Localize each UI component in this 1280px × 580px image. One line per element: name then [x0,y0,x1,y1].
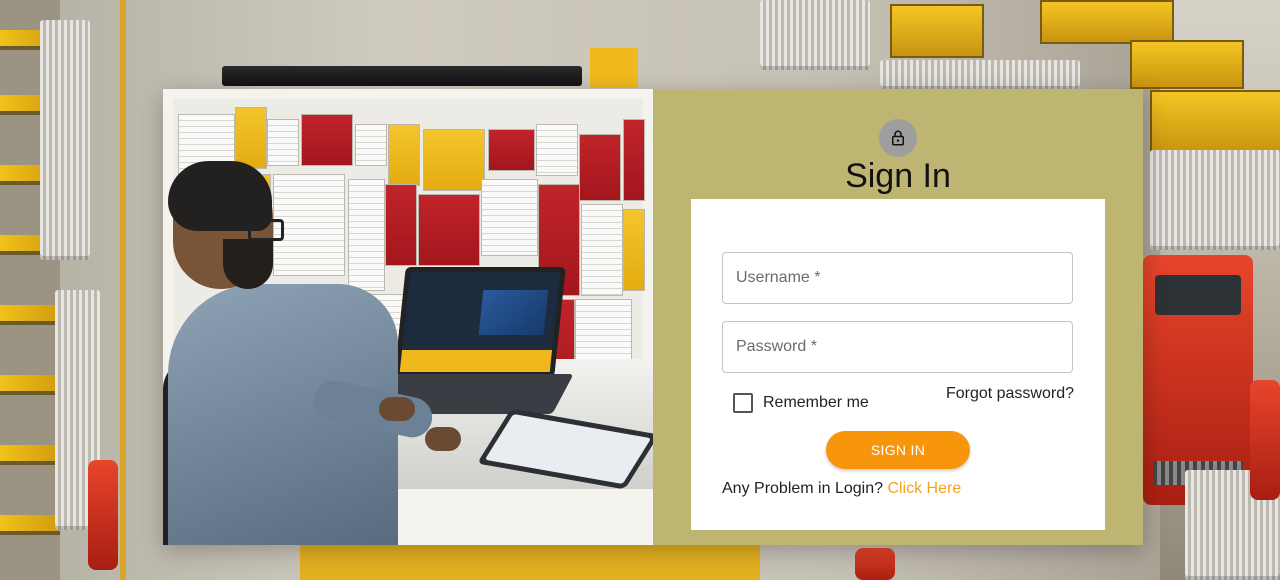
login-help-text: Any Problem in Login? [722,480,888,497]
page-title: Sign In [845,157,951,195]
click-here-link[interactable]: Click Here [887,480,961,497]
stacked-bales [1150,150,1280,250]
yellow-crate [1130,40,1244,89]
stacked-bales [880,60,1080,90]
red-equipment [855,548,895,580]
username-field[interactable] [722,252,1073,304]
password-field[interactable] [722,321,1073,373]
person-hand [425,427,461,451]
person-beard [223,239,273,289]
remember-me-label: Remember me [763,394,869,411]
red-truck [1143,255,1253,505]
yellow-crate [1040,0,1174,44]
signin-panel: Sign In Remember me Forgot password? SIG… [653,89,1143,545]
signin-form: Remember me Forgot password? SIGN IN Any… [691,199,1105,530]
person-hand [379,397,415,421]
yellow-block [590,48,638,88]
yellow-vehicle [300,545,760,580]
stacked-bales [760,0,870,70]
yellow-crate [1150,90,1280,154]
laptop-screen [394,267,566,377]
warehouse-analyst-illustration [163,89,653,545]
password-input[interactable] [723,322,1072,372]
login-help: Any Problem in Login? Click Here [722,480,961,498]
login-card: Sign In Remember me Forgot password? SIG… [163,89,1143,545]
lock-icon [879,119,917,157]
glasses [248,219,284,241]
overhead-beam [222,66,582,86]
floor-lane-line [120,0,126,580]
sign-in-button[interactable]: SIGN IN [826,431,970,469]
stacked-bales [40,20,90,260]
remember-me[interactable]: Remember me [733,393,869,413]
red-truck [1250,380,1280,500]
remember-me-checkbox[interactable] [733,393,753,413]
forklift [88,460,118,570]
forgot-password-link[interactable]: Forgot password? [946,385,1074,403]
username-input[interactable] [723,253,1072,303]
yellow-crate [890,4,984,58]
